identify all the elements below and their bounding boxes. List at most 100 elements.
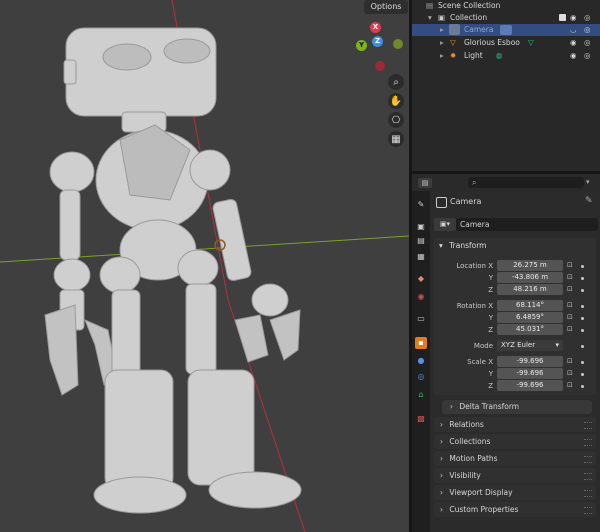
keyframe-dot-icon[interactable] bbox=[581, 317, 584, 320]
section-relations[interactable]: › Relations bbox=[434, 417, 596, 432]
section-viewport-display[interactable]: › Viewport Display bbox=[434, 485, 596, 500]
object-tab-icon[interactable]: ▪ bbox=[415, 337, 427, 349]
eye-icon[interactable]: ◎ bbox=[584, 37, 591, 49]
data-block-type-icon[interactable]: ▣▾ bbox=[434, 218, 456, 231]
section-motion-paths[interactable]: › Motion Paths bbox=[434, 451, 596, 466]
collection-tab-icon[interactable]: ▭ bbox=[415, 313, 427, 325]
lock-icon[interactable]: ⊡ bbox=[567, 313, 575, 321]
camera-restrict-icon[interactable]: ◡ bbox=[570, 24, 577, 36]
mesh-object-icon: ▽ bbox=[450, 38, 456, 47]
section-collections[interactable]: › Collections bbox=[434, 434, 596, 449]
lock-icon[interactable]: ⊡ bbox=[567, 381, 575, 389]
editor-type-icon[interactable]: ▤ bbox=[418, 178, 432, 188]
section-title: Relations bbox=[449, 420, 484, 429]
collapse-chevron-icon[interactable]: ▾ bbox=[439, 241, 443, 250]
drag-handle-icon[interactable] bbox=[584, 507, 592, 514]
options-button[interactable]: Options bbox=[364, 0, 408, 14]
scale-z-field[interactable]: -99.696 bbox=[497, 380, 563, 391]
expand-chevron-icon: › bbox=[450, 402, 453, 411]
camera-restrict-icon[interactable]: ◉ bbox=[570, 50, 577, 62]
keyframe-dot-icon[interactable] bbox=[581, 361, 584, 364]
location-y-field[interactable]: -43.806 m bbox=[497, 272, 563, 283]
lock-icon[interactable]: ⊡ bbox=[567, 357, 575, 365]
section-title: Visibility bbox=[449, 471, 481, 480]
eye-icon[interactable]: ◎ bbox=[584, 24, 591, 36]
tool-tab-icon[interactable]: ✎ bbox=[415, 199, 427, 211]
lock-icon[interactable]: ⊡ bbox=[567, 261, 575, 269]
expand-chevron-icon: › bbox=[440, 488, 443, 497]
keyframe-dot-icon[interactable] bbox=[581, 329, 584, 332]
output-tab-icon[interactable]: ▤ bbox=[415, 235, 427, 247]
scale-z-label: Z bbox=[488, 382, 493, 390]
lock-icon[interactable]: ⊡ bbox=[567, 325, 575, 333]
expand-chevron-icon[interactable]: ▸ bbox=[440, 50, 444, 62]
texture-tab-icon[interactable]: ▩ bbox=[415, 413, 427, 425]
collapse-chevron-icon[interactable]: ▾ bbox=[428, 12, 432, 24]
delta-transform-subpanel[interactable]: › Delta Transform bbox=[442, 400, 592, 414]
section-custom-properties[interactable]: › Custom Properties bbox=[434, 502, 596, 517]
keyframe-dot-icon[interactable] bbox=[581, 289, 584, 292]
keyframe-dot-icon[interactable] bbox=[581, 305, 584, 308]
y-axis-handle[interactable]: Y bbox=[356, 40, 367, 51]
mode-select[interactable]: XYZ Euler ▾ bbox=[497, 340, 563, 351]
scene-collection-row[interactable]: ▤ Scene Collection bbox=[412, 0, 600, 12]
light-object-icon: ✹ bbox=[450, 51, 457, 60]
keyframe-dot-icon[interactable] bbox=[581, 345, 584, 348]
rotation-y-field[interactable]: 6.4859° bbox=[497, 312, 563, 323]
constraints-tab-icon[interactable]: ⌂ bbox=[415, 389, 427, 401]
drag-handle-icon[interactable] bbox=[584, 473, 592, 480]
neg-x-axis-handle[interactable] bbox=[375, 61, 385, 71]
outliner-item-light[interactable]: ▸ ✹ Light ◍ ◉ ◎ bbox=[412, 50, 600, 62]
transform-header[interactable]: ▾ Transform bbox=[439, 241, 486, 250]
rotation-z-label: Z bbox=[488, 326, 493, 334]
rotation-z-field[interactable]: 45.031° bbox=[497, 324, 563, 335]
camera-icon[interactable]: ⎔ bbox=[388, 112, 404, 128]
lock-icon[interactable]: ⊡ bbox=[567, 301, 575, 309]
world-tab-icon[interactable]: ◉ bbox=[415, 291, 427, 303]
drag-handle-icon[interactable] bbox=[584, 490, 592, 497]
hand-icon[interactable]: ✋ bbox=[388, 93, 404, 109]
physics-tab-icon[interactable]: ◎ bbox=[415, 371, 427, 383]
pin-icon[interactable]: ✎ bbox=[585, 196, 593, 206]
lock-icon[interactable]: ⊡ bbox=[567, 273, 575, 281]
render-tab-icon[interactable]: ▣ bbox=[415, 221, 427, 233]
z-axis-handle[interactable]: Z bbox=[372, 36, 383, 47]
outliner-item-glorious-esboo[interactable]: ▸ ▽ Glorious Esboo ▽ ◉ ◎ bbox=[412, 37, 600, 49]
expand-chevron-icon[interactable]: ▸ bbox=[440, 24, 444, 36]
collection-row[interactable]: ▾ ▣ Collection ◉ ◎ bbox=[412, 12, 600, 24]
keyframe-dot-icon[interactable] bbox=[581, 373, 584, 376]
3d-viewport[interactable]: Options X Y Z ⌕ ✋ ⎔ ▦ bbox=[0, 0, 409, 532]
drag-handle-icon[interactable] bbox=[584, 456, 592, 463]
expand-chevron-icon[interactable]: ▸ bbox=[440, 37, 444, 49]
chevron-down-icon[interactable]: ▾ bbox=[586, 178, 590, 186]
view-layer-tab-icon[interactable]: ▦ bbox=[415, 251, 427, 263]
grid-icon[interactable]: ▦ bbox=[388, 131, 404, 147]
outliner-item-camera[interactable]: ▸ Camera ◡ ◎ bbox=[412, 24, 600, 36]
neg-y-axis-handle[interactable] bbox=[393, 39, 403, 49]
rotation-x-field[interactable]: 68.114° bbox=[497, 300, 563, 311]
properties-header: ▤ ⌕ ▾ bbox=[412, 175, 600, 191]
x-axis-handle[interactable]: X bbox=[370, 22, 381, 33]
lock-icon[interactable]: ⊡ bbox=[567, 369, 575, 377]
location-x-field[interactable]: 26.275 m bbox=[497, 260, 563, 271]
camera-restrict-icon[interactable]: ◉ bbox=[570, 12, 577, 24]
keyframe-dot-icon[interactable] bbox=[581, 385, 584, 388]
drag-handle-icon[interactable] bbox=[584, 422, 592, 429]
eye-icon[interactable]: ◎ bbox=[584, 12, 591, 24]
scale-x-field[interactable]: -99.696 bbox=[497, 356, 563, 367]
camera-restrict-icon[interactable]: ◉ bbox=[570, 37, 577, 49]
keyframe-dot-icon[interactable] bbox=[581, 277, 584, 280]
zoom-icon[interactable]: ⌕ bbox=[388, 74, 404, 90]
section-visibility[interactable]: › Visibility bbox=[434, 468, 596, 483]
scale-y-field[interactable]: -99.696 bbox=[497, 368, 563, 379]
modifier-tab-icon[interactable]: ● bbox=[415, 355, 427, 367]
location-z-field[interactable]: 48.216 m bbox=[497, 284, 563, 295]
search-icon[interactable]: ⌕ bbox=[468, 177, 584, 188]
data-block-name-field[interactable]: Camera bbox=[456, 218, 598, 231]
lock-icon[interactable]: ⊡ bbox=[567, 285, 575, 293]
drag-handle-icon[interactable] bbox=[584, 439, 592, 446]
eye-icon[interactable]: ◎ bbox=[584, 50, 591, 62]
checkbox-icon[interactable] bbox=[559, 14, 566, 21]
scene-tab-icon[interactable]: ◆ bbox=[415, 273, 427, 285]
keyframe-dot-icon[interactable] bbox=[581, 265, 584, 268]
